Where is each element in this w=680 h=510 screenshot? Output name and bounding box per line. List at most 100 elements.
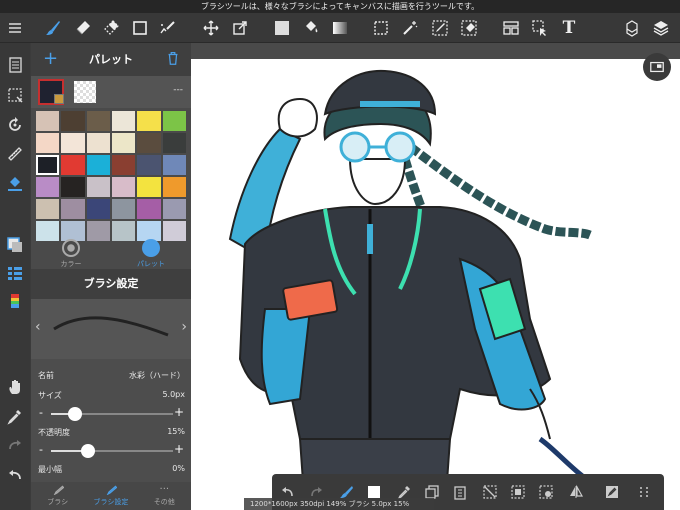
palette-swatch[interactable] <box>61 177 85 197</box>
magic-wand-icon[interactable] <box>400 18 420 38</box>
palette-swatch[interactable] <box>61 155 85 175</box>
opacity-slider-track[interactable] <box>51 444 173 458</box>
color-icon[interactable] <box>5 235 25 255</box>
palette-swatch[interactable] <box>112 111 136 131</box>
transform-icon[interactable] <box>230 18 250 38</box>
palette-swatch[interactable] <box>86 155 110 175</box>
opacity-minus-button[interactable]: - <box>39 443 43 456</box>
palette-swatch[interactable] <box>36 177 60 197</box>
brush-color-icon[interactable] <box>5 291 25 311</box>
size-slider-track[interactable] <box>51 407 173 421</box>
material-icon[interactable] <box>622 18 642 38</box>
fill-icon[interactable] <box>272 18 292 38</box>
palette-swatch[interactable] <box>162 111 186 131</box>
flip-icon[interactable] <box>566 482 586 502</box>
brush-icon[interactable] <box>43 18 63 38</box>
palette-swatch[interactable] <box>137 177 161 197</box>
gradient-icon[interactable] <box>330 18 350 38</box>
palette-swatch[interactable] <box>36 155 60 175</box>
canvas-area[interactable] <box>190 43 680 510</box>
palette-swatch[interactable] <box>61 199 85 219</box>
trash-icon[interactable] <box>165 50 181 70</box>
tab-color[interactable]: カラー <box>31 236 111 269</box>
tab-palette-label: パレット <box>137 260 165 268</box>
palette-swatch[interactable] <box>137 155 161 175</box>
ruler-icon[interactable] <box>5 144 25 164</box>
brush-settings-tab-icon <box>105 485 118 496</box>
brush-name-row[interactable]: 名前 水彩（ハード） <box>31 366 191 383</box>
undo-icon[interactable] <box>5 465 25 485</box>
palette-swatch[interactable] <box>137 111 161 131</box>
redo-icon[interactable] <box>5 435 25 455</box>
palette-swatch[interactable] <box>86 111 110 131</box>
opacity-slider-knob[interactable] <box>80 444 95 458</box>
text-icon[interactable]: T <box>559 18 579 38</box>
select-pen-icon[interactable] <box>430 18 450 38</box>
more-icon[interactable] <box>634 482 654 502</box>
opacity-slider[interactable]: - + <box>31 440 191 460</box>
menu-icon[interactable] <box>5 18 25 38</box>
palette-swatch[interactable] <box>137 133 161 153</box>
size-row: サイズ 5.0px <box>31 386 191 403</box>
size-slider[interactable]: - + <box>31 403 191 423</box>
rotate-icon[interactable] <box>5 115 25 135</box>
previous-brush-icon[interactable]: ‹ <box>35 319 41 335</box>
select-eraser-icon[interactable] <box>459 18 479 38</box>
palette-swatch[interactable] <box>112 177 136 197</box>
crop-icon[interactable] <box>508 482 528 502</box>
layer-list-icon[interactable] <box>5 263 25 283</box>
panel-layout-icon[interactable] <box>501 18 521 38</box>
palette-swatch[interactable] <box>36 111 60 131</box>
palette-swatch[interactable] <box>36 199 60 219</box>
palette-swatch[interactable] <box>61 133 85 153</box>
size-slider-knob[interactable] <box>68 407 83 421</box>
paste-icon[interactable] <box>450 482 470 502</box>
palette-swatch[interactable] <box>112 199 136 219</box>
opacity-plus-button[interactable]: + <box>174 442 184 456</box>
stroke-preview-svg <box>53 316 169 337</box>
navigator-button[interactable] <box>643 53 671 81</box>
edit-icon[interactable] <box>602 482 622 502</box>
operation-icon[interactable] <box>530 18 550 38</box>
palette-swatch[interactable] <box>86 199 110 219</box>
selection-icon[interactable] <box>5 85 25 105</box>
dotted-eraser-icon[interactable] <box>101 18 121 38</box>
palette-swatch[interactable] <box>112 155 136 175</box>
sub-color-swatch[interactable] <box>54 94 64 104</box>
min-width-row: 最小幅 0% <box>31 460 191 477</box>
tab-brush-settings[interactable]: ブラシ設定 <box>84 482 137 510</box>
tab-brush[interactable]: ブラシ <box>31 482 84 510</box>
page-icon[interactable] <box>5 55 25 75</box>
drawing-canvas[interactable] <box>190 59 680 510</box>
next-brush-icon[interactable]: › <box>181 319 187 335</box>
palette-swatch[interactable] <box>162 133 186 153</box>
tab-palette[interactable]: パレット <box>111 236 191 269</box>
transparent-swatch[interactable] <box>74 81 96 103</box>
snap-icon[interactable] <box>536 482 556 502</box>
correction-brush-icon[interactable] <box>158 18 178 38</box>
palette-swatch[interactable] <box>162 177 186 197</box>
hand-icon[interactable] <box>5 377 25 397</box>
eyedropper-icon[interactable] <box>5 406 25 426</box>
select-icon[interactable] <box>371 18 391 38</box>
eraser-icon[interactable] <box>73 18 93 38</box>
bucket-icon[interactable] <box>301 18 321 38</box>
size-plus-button[interactable]: + <box>174 405 184 419</box>
rectangle-icon[interactable] <box>130 18 150 38</box>
palette-swatch[interactable] <box>137 199 161 219</box>
size-minus-button[interactable]: - <box>39 406 43 419</box>
palette-swatch[interactable] <box>112 133 136 153</box>
palette-swatches <box>31 108 191 244</box>
move-icon[interactable] <box>201 18 221 38</box>
layers-icon[interactable] <box>651 18 671 38</box>
tab-other[interactable]: ··· その他 <box>138 482 191 510</box>
paint-icon[interactable] <box>5 173 25 193</box>
palette-swatch[interactable] <box>162 155 186 175</box>
palette-swatch[interactable] <box>86 133 110 153</box>
color-circle-icon <box>62 239 80 257</box>
clear-icon[interactable] <box>480 482 500 502</box>
palette-swatch[interactable] <box>86 177 110 197</box>
palette-swatch[interactable] <box>61 111 85 131</box>
palette-swatch[interactable] <box>162 199 186 219</box>
palette-swatch[interactable] <box>36 133 60 153</box>
